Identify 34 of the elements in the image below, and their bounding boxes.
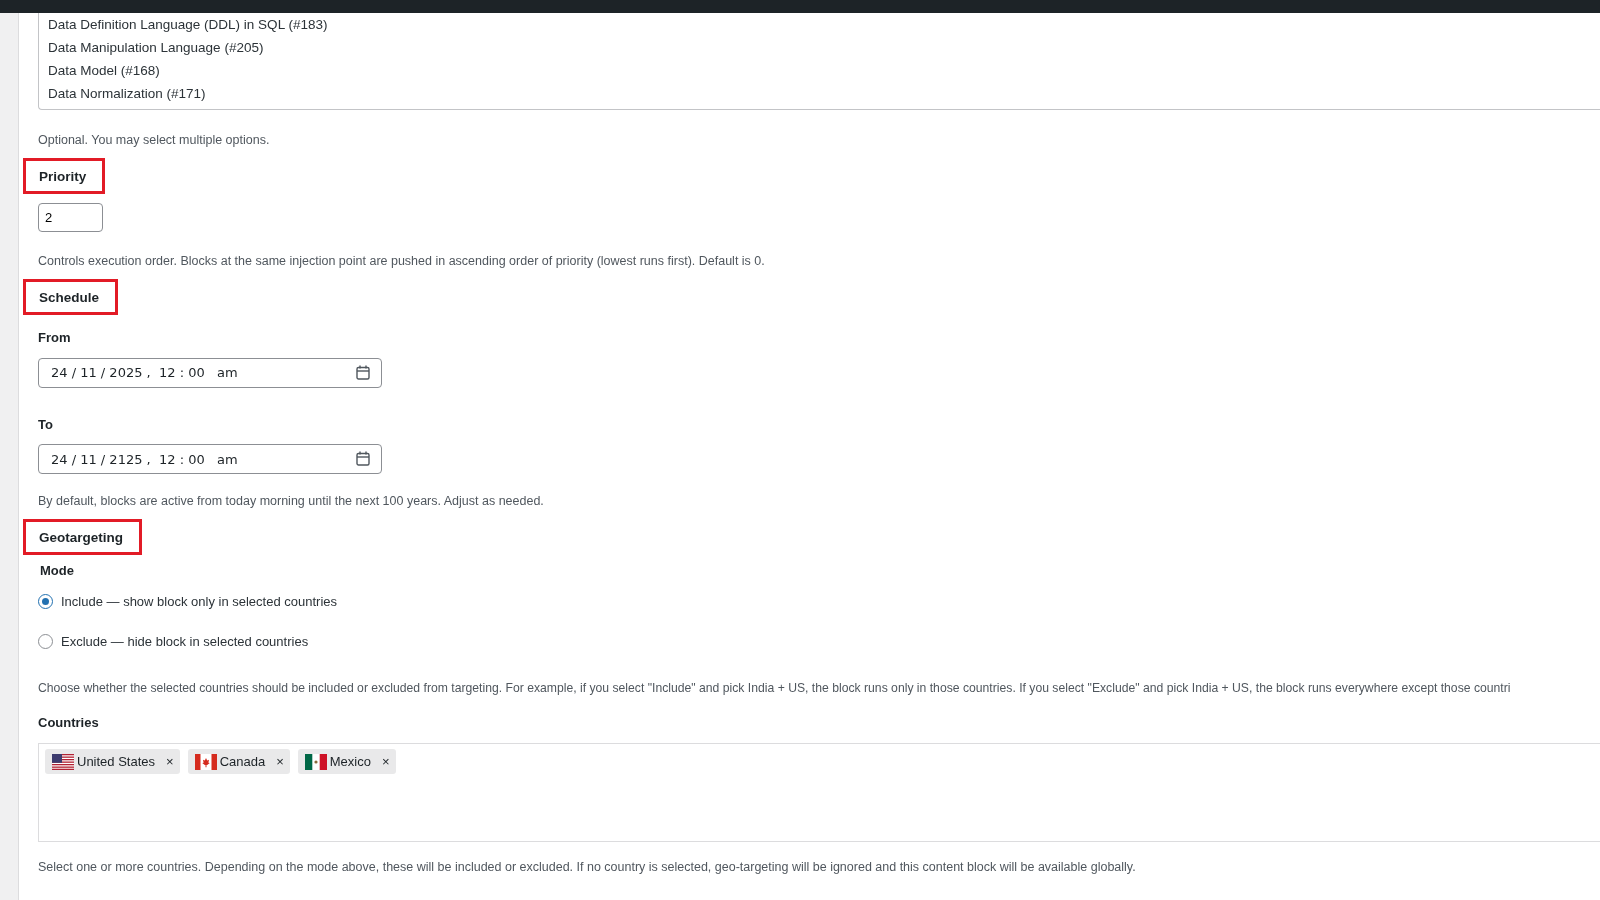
remove-button[interactable]: × [158, 755, 174, 769]
field-label: Mode [40, 562, 75, 580]
country-name: Mexico [329, 753, 371, 772]
calendar-icon[interactable] [356, 451, 370, 466]
number-field[interactable]: 2 [38, 203, 103, 232]
radio-label[interactable]: Exclude — hide block in selected countries [61, 631, 309, 652]
remove-button[interactable]: × [268, 755, 284, 769]
listbox-option[interactable]: Data Model (#168) [48, 59, 1600, 82]
field-label: To [38, 415, 54, 434]
section-heading: Geotargeting [23, 518, 142, 555]
radio-label[interactable]: Include — show block only in selected countries [61, 591, 338, 612]
remove-button[interactable]: × [373, 755, 390, 769]
listbox-option[interactable]: Data Normalization (#171) [48, 82, 1600, 105]
help-text: Select one or more countries. Depending on the mode above, these will be included or excluded. If no country is selected, geo-targeting will be ignored and this content block will be available globally. [38, 859, 1137, 877]
section-heading: Priority [23, 157, 106, 194]
listbox-option[interactable]: Data Manipulation Language (#205) [48, 36, 1600, 59]
field-label: Countries [38, 713, 100, 732]
country-name: United States [77, 753, 156, 772]
country-name: Canada [219, 753, 266, 772]
options-listbox[interactable]: Data Definition Language (DDL) in SQL (#183) Data Manipulation Language (#205) Data Model (#168) Data Normalization (#171) [38, 13, 1600, 110]
section-heading: Schedule [23, 278, 119, 315]
help-text: Choose whether the selected countries should be included or excluded from targeting. For example, if you select "Include" and pick India + US, the block runs only in those countries. If you select "Exclude" and pick India + US, the block runs everywhere except those countri [38, 679, 1512, 697]
flag-icon [304, 753, 327, 770]
flag-icon [52, 753, 74, 770]
help-text: Controls execution order. Blocks at the same injection point are pushed in ascending order of priority (lowest runs first). Default is 0. [38, 253, 766, 270]
help-text: By default, blocks are active from today morning until the next 100 years. Adjust as needed. [38, 493, 545, 510]
calendar-icon[interactable] [356, 364, 370, 380]
flag-icon [194, 753, 217, 770]
datetime-field[interactable]: 24 / 11 / 2125 , 12 : 00 am [38, 444, 382, 474]
country-select-field[interactable]: United States × Canada × Mexico × [38, 743, 1600, 843]
field-label: From [38, 329, 72, 347]
listbox-option[interactable]: Data Definition Language (DDL) in SQL (#183) [48, 13, 1600, 36]
help-text: Optional. You may select multiple options. [38, 132, 271, 149]
datetime-field[interactable]: 24 / 11 / 2025 , 12 : 00 am [38, 357, 382, 388]
